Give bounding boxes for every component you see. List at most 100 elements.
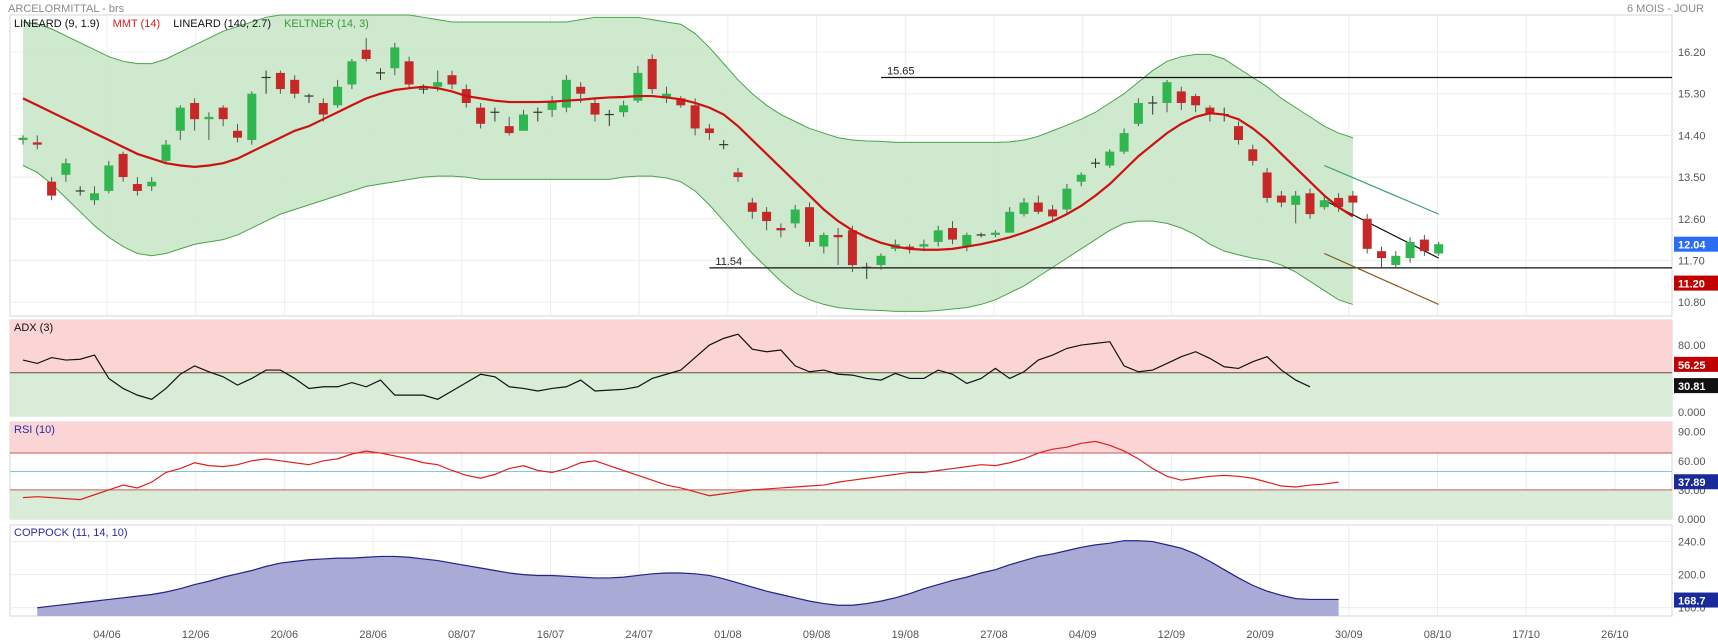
- adx-lower-zone: [10, 372, 1672, 416]
- candle-down: [1348, 195, 1358, 203]
- candle-up: [390, 47, 400, 69]
- x-axis-label: 08/07: [448, 629, 476, 641]
- candle-up: [1062, 188, 1072, 210]
- candle-up: [819, 234, 829, 247]
- candle-up: [61, 163, 71, 175]
- x-axis-label: 04/09: [1069, 629, 1097, 641]
- adx-badge-label: 30.81: [1678, 381, 1706, 393]
- candle-down: [647, 58, 657, 90]
- candle-down: [218, 107, 228, 120]
- candle-up: [962, 234, 972, 247]
- x-axis-label: 09/08: [803, 629, 831, 641]
- candle-up: [104, 165, 114, 191]
- candle-up: [1133, 102, 1143, 124]
- rsi-tick-label: 0.000: [1678, 514, 1706, 526]
- candle-down: [747, 202, 757, 212]
- candle-down: [1276, 195, 1286, 203]
- candle-down: [1377, 251, 1386, 259]
- coppock-tick-label: 200.0: [1678, 570, 1706, 582]
- candle-up: [1005, 211, 1015, 233]
- adx-legend[interactable]: ADX (3): [14, 322, 53, 334]
- candle-down: [1033, 202, 1043, 212]
- candle-down: [1305, 193, 1315, 215]
- candle-down: [576, 86, 586, 94]
- coppock-legend[interactable]: COPPOCK (11, 14, 10): [14, 527, 128, 539]
- candle-down: [275, 72, 285, 90]
- candle-up: [1391, 255, 1401, 266]
- candle-down: [361, 49, 371, 59]
- candle-up: [876, 255, 886, 266]
- price-tick-label: 13.50: [1678, 172, 1706, 184]
- chart-title: ARCELORMITTAL - brs: [8, 3, 125, 15]
- x-axis-label: 01/08: [714, 629, 742, 641]
- x-axis-label: 26/10: [1601, 629, 1629, 641]
- candle-up: [933, 230, 943, 242]
- candle-up: [1405, 241, 1415, 259]
- candle-up: [433, 82, 443, 87]
- candle-down: [290, 79, 300, 94]
- rsi-tick-label: 60.00: [1678, 456, 1706, 468]
- candle-up: [1076, 174, 1086, 182]
- rsi-overbought-zone: [10, 422, 1672, 454]
- candle-up: [1119, 133, 1129, 152]
- x-axis-label: 16/07: [537, 629, 565, 641]
- candle-up: [990, 232, 1000, 235]
- x-axis-label: 17/10: [1512, 629, 1540, 641]
- x-axis-label: 04/06: [93, 629, 121, 641]
- legend-mmt[interactable]: MMT (14): [113, 18, 160, 30]
- candle-down: [776, 228, 786, 231]
- candle-down: [690, 105, 700, 129]
- coppock-tick-label: 240.0: [1678, 537, 1706, 549]
- candle-down: [32, 142, 42, 145]
- x-axis-label: 30/09: [1335, 629, 1363, 641]
- price-tick-label: 10.80: [1678, 297, 1706, 309]
- candle-up: [161, 144, 171, 161]
- adx-overbought-zone: [10, 320, 1672, 373]
- price-tick-label: 12.60: [1678, 214, 1706, 226]
- candle-down: [1048, 209, 1058, 217]
- candle-up: [247, 93, 257, 141]
- candle-down: [132, 184, 142, 191]
- legend-keltner[interactable]: KELTNER (14, 3): [284, 18, 369, 30]
- x-axis-label: 28/06: [359, 629, 387, 641]
- candle-down: [1176, 91, 1186, 103]
- candle-down: [1248, 149, 1258, 161]
- candle-up: [1319, 200, 1329, 208]
- rsi-oversold-zone: [10, 489, 1672, 519]
- x-axis-label: 12/09: [1158, 629, 1186, 641]
- candle-down: [190, 102, 200, 120]
- candle-down: [833, 234, 843, 238]
- level-label: 11.54: [715, 256, 742, 268]
- rsi-badge-label: 37.89: [1678, 477, 1706, 489]
- rsi-tick-label: 90.00: [1678, 427, 1706, 439]
- x-axis-label: 08/10: [1424, 629, 1452, 641]
- x-axis-label: 24/07: [625, 629, 653, 641]
- price-badge-label: 12.04: [1678, 240, 1706, 252]
- candle-down: [1362, 218, 1372, 249]
- price-tick-label: 16.20: [1678, 47, 1706, 59]
- candle-up: [333, 86, 343, 106]
- candle-down: [762, 211, 772, 222]
- legend-lineard-140[interactable]: LINEARD (140, 2.7): [173, 18, 271, 30]
- chart-canvas: 16.20 15.30 14.40 13.50 12.60 11.70 10.80 15.65…: [9, 14, 1718, 641]
- candle-up: [147, 181, 157, 187]
- x-axis-label: 19/08: [892, 629, 920, 641]
- x-axis-label: 12/06: [182, 629, 210, 641]
- x-axis-label: 20/09: [1246, 629, 1274, 641]
- candle-down: [1419, 239, 1429, 252]
- candle-up: [18, 137, 28, 141]
- price-badge-label: 11.20: [1678, 279, 1705, 291]
- coppock-badge-label: 168.7: [1678, 596, 1706, 608]
- legend-lineard-9[interactable]: LINEARD (9, 1.9): [14, 18, 100, 30]
- candle-up: [347, 61, 357, 85]
- price-legend: LINEARD (9, 1.9) MMT (14) LINEARD (140, …: [14, 18, 379, 30]
- candle-up: [619, 105, 629, 113]
- rsi-legend[interactable]: RSI (10): [14, 424, 55, 436]
- candle-down: [504, 126, 514, 134]
- candle-up: [1162, 82, 1172, 103]
- timeframe-label[interactable]: 6 MOIS - JOUR: [1627, 3, 1704, 15]
- candle-down: [733, 172, 743, 178]
- candle-up: [1434, 244, 1444, 254]
- adx-tick-label: 80.00: [1678, 340, 1706, 352]
- price-tick-label: 15.30: [1678, 89, 1706, 101]
